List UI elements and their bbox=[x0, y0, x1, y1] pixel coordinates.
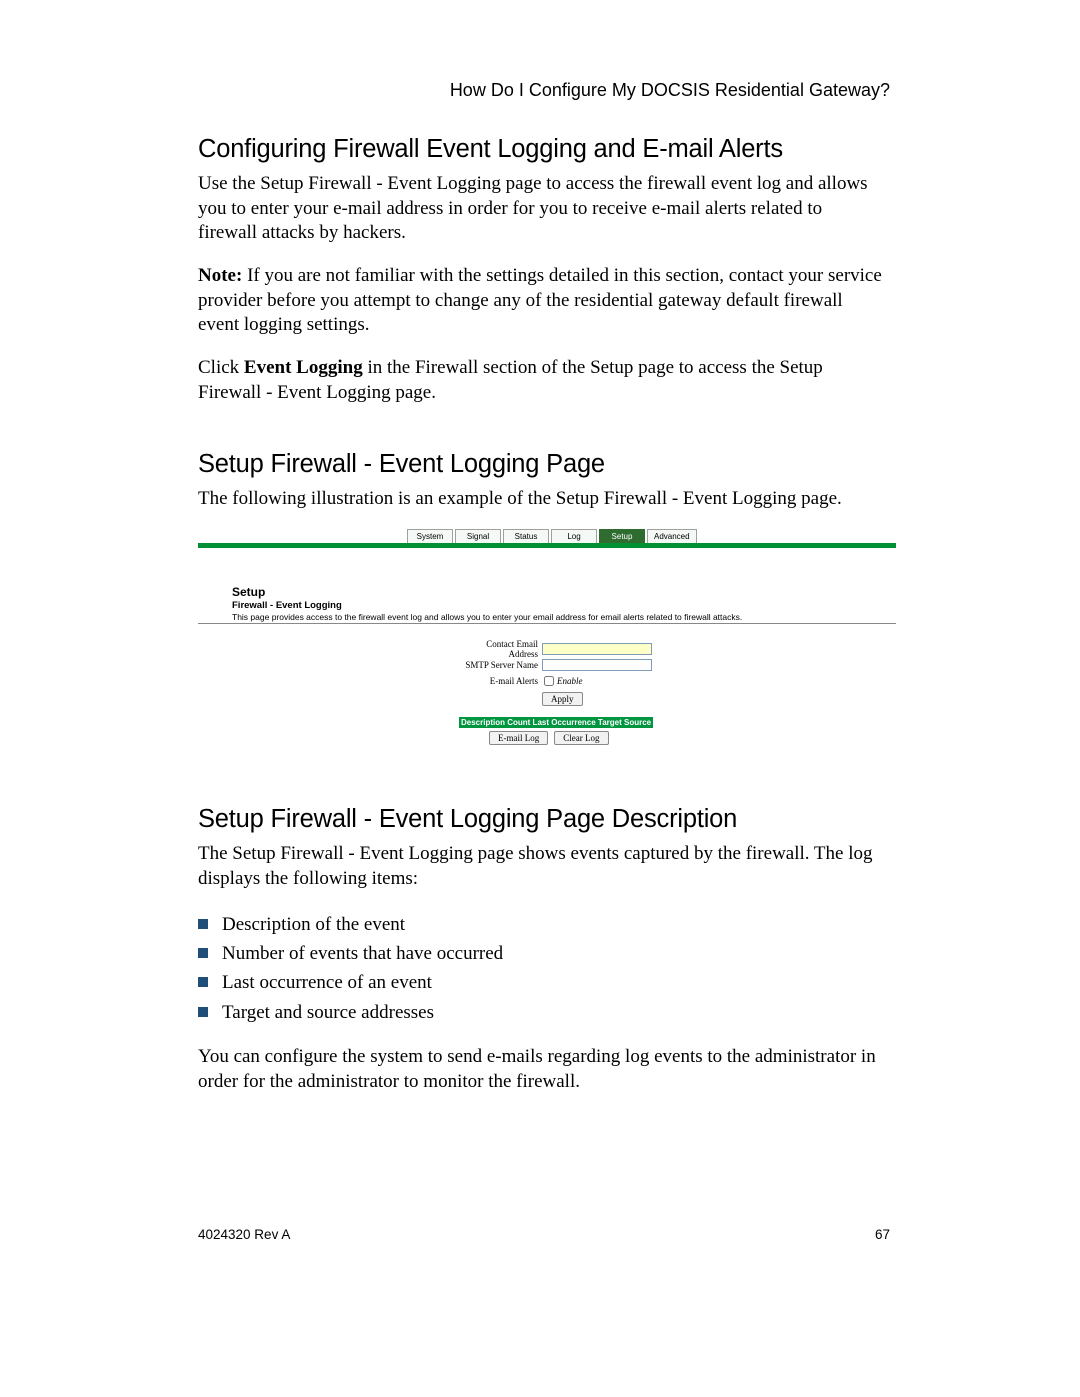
checkbox-enable-alerts[interactable] bbox=[544, 676, 554, 686]
tab-system[interactable]: System bbox=[407, 529, 453, 543]
nav-underline bbox=[198, 543, 896, 548]
tab-log[interactable]: Log bbox=[551, 529, 597, 543]
section-title-config: Configuring Firewall Event Logging and E… bbox=[198, 135, 884, 164]
note-label: Note: bbox=[198, 265, 242, 286]
list-item: Last occurrence of an event bbox=[222, 968, 884, 997]
tab-setup[interactable]: Setup bbox=[599, 529, 645, 543]
description-list: Description of the event Number of event… bbox=[198, 910, 884, 1028]
section-title-description: Setup Firewall - Event Logging Page Desc… bbox=[198, 805, 884, 834]
log-table-header: Description Count Last Occurrence Target… bbox=[459, 717, 653, 728]
tab-signal[interactable]: Signal bbox=[455, 529, 501, 543]
p2-bold: Event Logging bbox=[244, 357, 363, 378]
apply-button[interactable]: Apply bbox=[542, 692, 583, 706]
divider bbox=[198, 623, 896, 624]
list-item: Number of events that have occurred bbox=[222, 939, 884, 968]
label-email-alerts: E-mail Alerts bbox=[458, 676, 542, 686]
tab-status[interactable]: Status bbox=[503, 529, 549, 543]
section1-paragraph1: Use the Setup Firewall - Event Logging p… bbox=[198, 172, 884, 246]
page-content: Configuring Firewall Event Logging and E… bbox=[198, 135, 884, 1113]
document-page: How Do I Configure My DOCSIS Residential… bbox=[0, 0, 1080, 1397]
tab-advanced[interactable]: Advanced bbox=[647, 529, 697, 543]
page-heading-title: Setup bbox=[232, 585, 742, 599]
footer-page-number: 67 bbox=[875, 1227, 890, 1242]
config-form: Contact Email Address SMTP Server Name E… bbox=[458, 641, 652, 689]
page-heading-sub: Firewall - Event Logging bbox=[232, 600, 742, 611]
email-log-button[interactable]: E-mail Log bbox=[489, 731, 548, 745]
p2-pre: Click bbox=[198, 357, 244, 378]
section3-paragraph1: The Setup Firewall - Event Logging page … bbox=[198, 842, 884, 891]
enable-text: Enable bbox=[557, 676, 583, 686]
section3-paragraph2: You can configure the system to send e-m… bbox=[198, 1045, 884, 1094]
page-heading-block: Setup Firewall - Event Logging This page… bbox=[232, 585, 742, 622]
clear-log-button[interactable]: Clear Log bbox=[554, 731, 608, 745]
screenshot-event-logging: System Signal Status Log Setup Advanced … bbox=[198, 529, 896, 765]
nav-tabs: System Signal Status Log Setup Advanced bbox=[407, 529, 697, 543]
section1-paragraph2: Click Event Logging in the Firewall sect… bbox=[198, 356, 884, 405]
input-contact-email[interactable] bbox=[542, 643, 652, 655]
label-contact-email: Contact Email Address bbox=[458, 639, 542, 659]
section-title-eventlog: Setup Firewall - Event Logging Page bbox=[198, 450, 884, 479]
note-text: If you are not familiar with the setting… bbox=[198, 265, 882, 335]
page-heading-desc: This page provides access to the firewal… bbox=[232, 612, 742, 622]
section1-note: Note: If you are not familiar with the s… bbox=[198, 264, 884, 338]
running-header: How Do I Configure My DOCSIS Residential… bbox=[450, 80, 890, 101]
label-smtp: SMTP Server Name bbox=[458, 660, 542, 670]
list-item: Description of the event bbox=[222, 910, 884, 939]
footer-doc-id: 4024320 Rev A bbox=[198, 1227, 290, 1242]
input-smtp[interactable] bbox=[542, 659, 652, 671]
list-item: Target and source addresses bbox=[222, 998, 884, 1027]
section2-paragraph1: The following illustration is an example… bbox=[198, 487, 896, 512]
